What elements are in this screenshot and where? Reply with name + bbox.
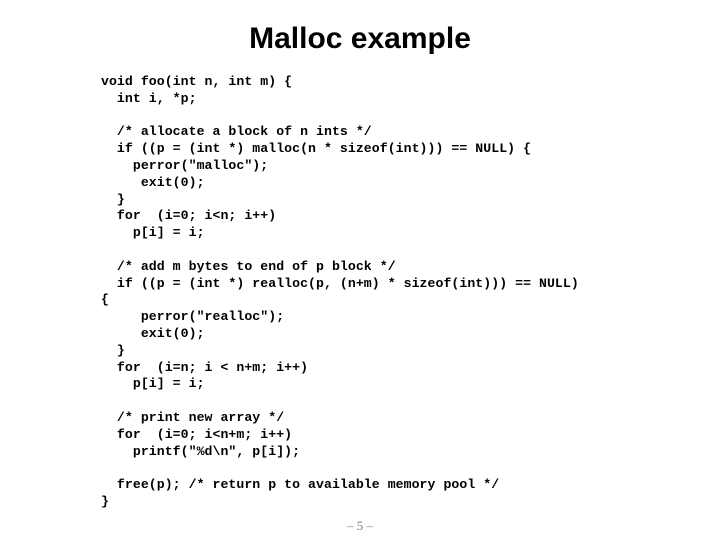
slide: Malloc example void foo(int n, int m) { …	[0, 0, 720, 540]
code-line: perror("realloc");	[101, 309, 285, 325]
code-line: exit(0);	[101, 325, 205, 341]
code-line: /* print new array */	[101, 409, 285, 425]
code-line: for (i=0; i<n; i++)	[101, 208, 277, 224]
code-line: perror("malloc");	[101, 157, 269, 173]
code-line: }	[101, 342, 125, 358]
code-listing: void foo(int n, int m) { int i, *p; /* a…	[101, 74, 701, 511]
code-line: /* allocate a block of n ints */	[101, 124, 372, 140]
code-line: /* add m bytes to end of p block */	[101, 258, 396, 274]
code-line: int i, *p;	[101, 90, 197, 106]
code-line: p[i] = i;	[101, 376, 205, 392]
code-line: exit(0);	[101, 174, 205, 190]
page-number-footer: – 5 –	[347, 518, 373, 533]
code-line: for (i=0; i<n+m; i++)	[101, 426, 293, 442]
code-line: {	[101, 292, 109, 308]
code-line: printf("%d\n", p[i]);	[101, 443, 301, 459]
code-line: void foo(int n, int m) {	[101, 74, 293, 89]
code-line: }	[101, 191, 125, 207]
code-line: free(p); /* return p to available memory…	[101, 477, 500, 493]
code-line: if ((p = (int *) malloc(n * sizeof(int))…	[101, 141, 532, 157]
code-line: }	[101, 493, 109, 509]
page-title: Malloc example	[249, 22, 471, 55]
code-line: p[i] = i;	[101, 225, 205, 241]
code-line: for (i=n; i < n+m; i++)	[101, 359, 309, 375]
code-line: if ((p = (int *) realloc(p, (n+m) * size…	[101, 275, 579, 291]
